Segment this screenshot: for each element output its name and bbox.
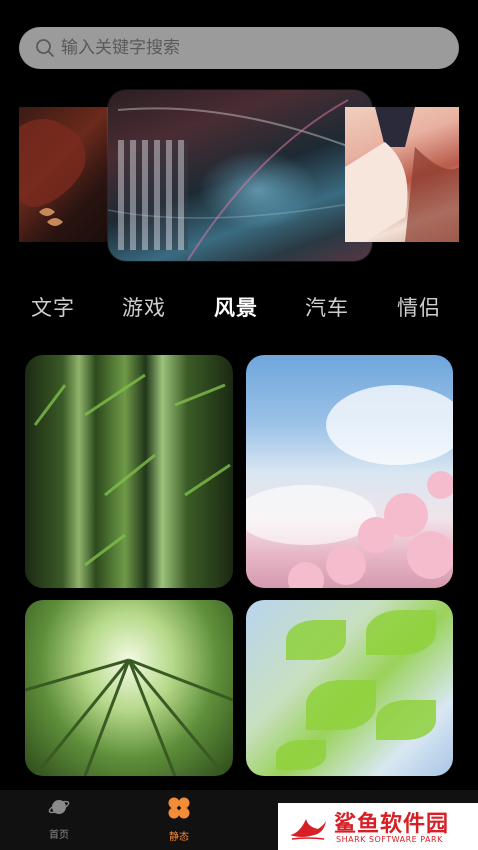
search-icon xyxy=(36,39,54,57)
category-tab-couples[interactable]: 情侣 xyxy=(397,292,441,322)
category-tab-games[interactable]: 游戏 xyxy=(122,292,166,322)
search-bar[interactable] xyxy=(19,27,459,69)
tab-static[interactable]: 静态 xyxy=(149,796,209,843)
tab-static-label: 静态 xyxy=(169,832,189,843)
category-tabs: 文字 游戏 风景 汽车 情侣 xyxy=(0,292,478,326)
four-petal-icon xyxy=(168,797,190,819)
banner-next-image[interactable] xyxy=(345,107,459,242)
shark-logo-icon xyxy=(290,819,326,840)
category-tab-cars[interactable]: 汽车 xyxy=(305,292,349,322)
tab-home[interactable]: 首页 xyxy=(29,796,89,841)
search-input[interactable] xyxy=(61,27,441,69)
watermark-subtitle: SHARK SOFTWARE PARK xyxy=(336,835,443,844)
banner-carousel[interactable] xyxy=(0,85,478,265)
banner-current-image[interactable] xyxy=(108,90,372,261)
wallpaper-cherry-blossom[interactable] xyxy=(246,355,453,588)
wallpaper-bamboo[interactable] xyxy=(25,355,233,588)
watermark: 鲨鱼软件园 SHARK SOFTWARE PARK xyxy=(278,803,478,850)
tab-home-label: 首页 xyxy=(49,830,69,841)
wallpaper-maple-leaves[interactable] xyxy=(246,600,453,776)
planet-icon xyxy=(48,800,70,814)
category-tab-text[interactable]: 文字 xyxy=(31,292,75,322)
wallpaper-bamboo-canopy[interactable] xyxy=(25,600,233,776)
watermark-name: 鲨鱼软件园 xyxy=(334,812,450,837)
category-tab-scenery[interactable]: 风景 xyxy=(214,292,258,322)
banner-prev-image[interactable] xyxy=(19,107,111,242)
